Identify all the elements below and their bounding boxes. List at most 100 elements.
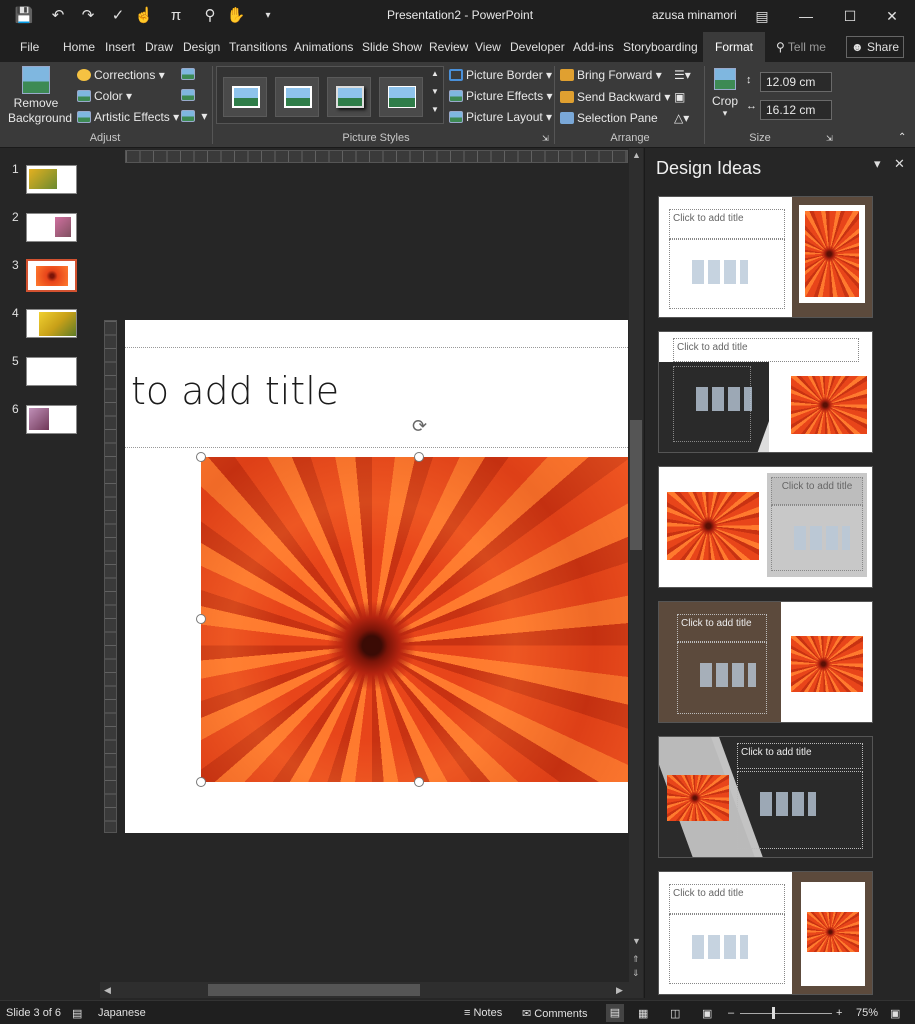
tab-storyboarding[interactable]: Storyboarding xyxy=(623,40,698,54)
maximize-button[interactable]: ☐ xyxy=(828,0,872,32)
change-picture-icon[interactable] xyxy=(181,88,198,102)
slide-thumbnail-6[interactable] xyxy=(26,405,77,434)
resize-handle[interactable] xyxy=(414,452,424,462)
height-field[interactable] xyxy=(760,72,832,92)
picture-style-1[interactable] xyxy=(223,77,267,117)
tab-insert[interactable]: Insert xyxy=(105,40,135,54)
send-backward-button[interactable]: Send Backward ▾ xyxy=(560,90,670,104)
zoom-slider[interactable] xyxy=(740,1013,832,1014)
tab-draw[interactable]: Draw xyxy=(145,40,173,54)
color-button[interactable]: Color ▾ xyxy=(77,89,132,103)
tab-transitions[interactable]: Transitions xyxy=(229,40,287,54)
reading-view-icon[interactable]: ◫ xyxy=(670,1007,680,1020)
slide-thumbnail-2[interactable] xyxy=(26,213,77,242)
picture-effects-button[interactable]: Picture Effects ▾ xyxy=(449,89,553,103)
align-icon[interactable]: ☰▾ xyxy=(674,68,691,82)
artistic-effects-button[interactable]: Artistic Effects ▾ xyxy=(77,110,179,124)
tab-slide-show[interactable]: Slide Show xyxy=(362,40,422,54)
slide-title-text[interactable]: to add title xyxy=(131,369,339,413)
reset-picture-icon[interactable]: ▾ xyxy=(181,109,207,123)
zoom-level[interactable]: 75% xyxy=(856,1007,878,1019)
spelling-icon[interactable]: ✓ xyxy=(108,6,128,26)
remove-background-button[interactable]: Remove Background xyxy=(8,66,72,126)
compress-pictures-icon[interactable] xyxy=(181,67,198,81)
minimize-button[interactable]: — xyxy=(784,0,828,32)
normal-view-icon[interactable]: ▤ xyxy=(606,1004,624,1022)
share-button[interactable]: ☻ Share xyxy=(846,36,905,58)
format-picture-launcher-icon[interactable]: ⇲ xyxy=(542,134,549,143)
notes-button[interactable]: ≡ Notes xyxy=(464,1007,502,1019)
group-icon[interactable]: ▣ xyxy=(674,90,685,104)
rotate-handle-icon[interactable]: ⟳ xyxy=(412,416,427,437)
rotate-icon[interactable]: △▾ xyxy=(674,111,689,125)
picture-style-2[interactable] xyxy=(275,77,319,117)
selection-pane-button[interactable]: Selection Pane xyxy=(560,111,658,125)
picture-style-3[interactable] xyxy=(327,77,371,117)
slide-sorter-icon[interactable]: ▦ xyxy=(638,1007,648,1020)
design-idea-1[interactable]: Click to add title xyxy=(658,196,873,318)
scroll-up-icon[interactable]: ▲ xyxy=(632,150,641,160)
collapse-ribbon-icon[interactable]: ⌃ xyxy=(898,132,906,143)
zoom-slider-thumb[interactable] xyxy=(772,1007,775,1019)
pane-close-icon[interactable]: ✕ xyxy=(894,156,905,172)
crop-button[interactable]: Crop ▾ xyxy=(709,66,741,119)
slide-thumbnail-5[interactable] xyxy=(26,357,77,386)
resize-handle[interactable] xyxy=(196,614,206,624)
design-idea-5[interactable]: Click to add title xyxy=(658,736,873,858)
gallery-up-icon[interactable]: ▲ xyxy=(431,69,439,78)
next-slide-icon[interactable]: ⇓ xyxy=(632,968,640,979)
design-idea-6[interactable]: Click to add title xyxy=(658,871,873,995)
language-indicator[interactable]: Japanese xyxy=(98,1007,146,1019)
tab-add-ins[interactable]: Add-ins xyxy=(573,40,614,54)
tab-format[interactable]: Format xyxy=(703,32,765,62)
tab-home[interactable]: Home xyxy=(63,40,95,54)
slide-thumbnail-4[interactable] xyxy=(26,309,77,338)
user-name[interactable]: azusa minamori xyxy=(652,8,737,22)
hand-icon[interactable]: ✋ xyxy=(226,6,246,26)
tab-view[interactable]: View xyxy=(475,40,501,54)
customize-toolbar-icon[interactable]: ▾ xyxy=(262,6,274,26)
scroll-down-icon[interactable]: ▼ xyxy=(632,936,641,946)
bring-forward-button[interactable]: Bring Forward ▾ xyxy=(560,68,662,82)
zoom-in-icon[interactable]: + xyxy=(836,1007,842,1019)
tell-me-search[interactable]: ⚲ Tell me xyxy=(776,40,826,54)
slide-show-icon[interactable]: ▣ xyxy=(702,1007,712,1020)
slide-canvas[interactable]: to add title xyxy=(125,320,628,833)
ribbon-display-options-icon[interactable]: ▤ xyxy=(740,0,784,32)
tab-design[interactable]: Design xyxy=(183,40,220,54)
equation-icon[interactable]: π xyxy=(166,6,186,26)
picture-border-button[interactable]: Picture Border ▾ xyxy=(449,68,552,82)
design-idea-2[interactable]: Click to add title xyxy=(658,331,873,453)
tab-developer[interactable]: Developer xyxy=(510,40,565,54)
tab-file[interactable]: File xyxy=(20,40,39,54)
design-idea-4[interactable]: Click to add title xyxy=(658,601,873,723)
touch-mode-icon[interactable]: ☝ xyxy=(134,6,154,26)
slide-indicator[interactable]: Slide 3 of 6 xyxy=(6,1007,61,1019)
search-icon[interactable]: ⚲ xyxy=(200,6,220,26)
save-icon[interactable]: 💾 xyxy=(14,6,34,26)
resize-handle[interactable] xyxy=(414,777,424,787)
zoom-out-icon[interactable]: – xyxy=(728,1007,734,1019)
fit-slide-icon[interactable]: ▣ xyxy=(890,1007,900,1020)
picture-layout-button[interactable]: Picture Layout ▾ xyxy=(449,110,552,124)
tab-animations[interactable]: Animations xyxy=(294,40,353,54)
pane-options-icon[interactable]: ▾ xyxy=(874,156,881,172)
resize-handle[interactable] xyxy=(196,777,206,787)
redo-icon[interactable]: ↷ xyxy=(78,6,98,26)
undo-icon[interactable]: ↶ xyxy=(46,6,70,26)
design-idea-3[interactable]: Click to add title xyxy=(658,466,873,588)
flower-picture[interactable] xyxy=(201,457,628,782)
tab-review[interactable]: Review xyxy=(429,40,468,54)
vertical-scroll-thumb[interactable] xyxy=(630,420,642,550)
scroll-left-icon[interactable]: ◀ xyxy=(104,985,111,996)
horizontal-scroll-thumb[interactable] xyxy=(208,984,420,996)
scroll-right-icon[interactable]: ▶ xyxy=(616,985,623,996)
gallery-down-icon[interactable]: ▼ xyxy=(431,87,439,96)
resize-handle[interactable] xyxy=(196,452,206,462)
width-field[interactable] xyxy=(760,100,832,120)
close-button[interactable]: ✕ xyxy=(870,0,914,32)
gallery-more-icon[interactable]: ▼ xyxy=(431,105,439,114)
previous-slide-icon[interactable]: ⇑ xyxy=(632,954,640,965)
size-launcher-icon[interactable]: ⇲ xyxy=(826,134,833,143)
slide-thumbnail-3[interactable] xyxy=(26,259,77,292)
